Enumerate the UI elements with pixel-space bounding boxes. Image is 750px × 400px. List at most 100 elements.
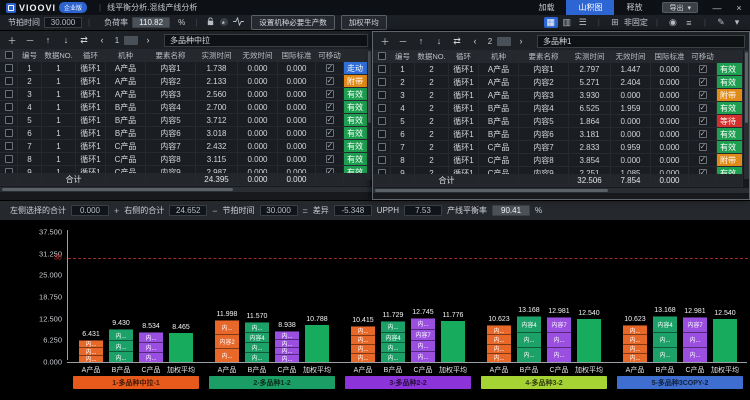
- table-row[interactable]: 82循环1C产品内容83.8540.0000.000附带: [373, 154, 743, 167]
- bar[interactable]: 内...内...内...内...: [351, 326, 375, 362]
- bar-chart-icon[interactable]: ▥: [560, 17, 574, 28]
- horizontal-scrollbar[interactable]: [373, 188, 749, 193]
- movable-checkbox[interactable]: [699, 130, 707, 138]
- table-row[interactable]: 72循环1C产品内容72.8330.9590.000有效: [373, 141, 743, 154]
- row-checkbox[interactable]: [378, 156, 386, 164]
- table-row[interactable]: 41循环1B产品内容42.7000.0000.000有效: [0, 101, 370, 114]
- lock-icon[interactable]: [203, 17, 217, 28]
- add-row-icon[interactable]: ＋: [4, 34, 20, 47]
- row-checkbox[interactable]: [5, 90, 13, 98]
- next-page-icon[interactable]: ›: [513, 36, 529, 46]
- row-checkbox[interactable]: [378, 78, 386, 86]
- movable-checkbox[interactable]: [699, 143, 707, 151]
- edit-circle-icon[interactable]: [217, 17, 231, 29]
- vertical-scrollbar[interactable]: [744, 50, 749, 179]
- movable-checkbox[interactable]: [699, 104, 707, 112]
- bar[interactable]: 内...内容2内...: [215, 320, 239, 362]
- row-checkbox[interactable]: [5, 155, 13, 163]
- table-row[interactable]: 32循环1A产品内容33.9300.0000.000附带: [373, 89, 743, 102]
- dataset-name-field[interactable]: 多品种中拉: [164, 34, 368, 47]
- bar[interactable]: 内...内...内...: [79, 340, 103, 362]
- list-view-icon[interactable]: ☰: [576, 17, 590, 28]
- move-up-icon[interactable]: ↑: [413, 36, 429, 46]
- row-checkbox[interactable]: [378, 130, 386, 138]
- row-checkbox[interactable]: [378, 117, 386, 125]
- movable-checkbox[interactable]: [699, 91, 707, 99]
- movable-checkbox[interactable]: [699, 117, 707, 125]
- weighted-average-button[interactable]: 加权平均: [341, 15, 387, 30]
- movable-checkbox[interactable]: [326, 77, 334, 85]
- page-box[interactable]: [497, 37, 511, 46]
- bar[interactable]: [577, 319, 601, 362]
- table-row[interactable]: 42循环1B产品内容46.5251.9590.000有效: [373, 102, 743, 115]
- table-row[interactable]: 21循环1A产品内容22.1330.0000.000附带: [0, 75, 370, 88]
- movable-checkbox[interactable]: [326, 64, 334, 72]
- select-all-checkbox[interactable]: [5, 51, 13, 59]
- move-down-icon[interactable]: ↓: [431, 36, 447, 46]
- row-checkbox[interactable]: [5, 64, 13, 72]
- tab-load[interactable]: 加载: [526, 0, 566, 15]
- movable-checkbox[interactable]: [326, 142, 334, 150]
- swap-icon[interactable]: ⇄: [449, 36, 465, 47]
- row-checkbox[interactable]: [378, 65, 386, 73]
- row-checkbox[interactable]: [378, 91, 386, 99]
- row-checkbox[interactable]: [5, 142, 13, 150]
- export-dropdown[interactable]: 导出 ▾: [662, 2, 698, 13]
- table-row[interactable]: 52循环1B产品内容51.8640.0000.000等待: [373, 115, 743, 128]
- select-all-checkbox[interactable]: [378, 52, 386, 60]
- table-row[interactable]: 92循环1C产品内容92.2511.0850.000有效: [373, 167, 743, 174]
- brush-icon[interactable]: ✎: [714, 17, 728, 28]
- bar[interactable]: 内...内...内容7: [547, 317, 571, 362]
- bar[interactable]: 内...内...内容7: [683, 317, 707, 362]
- bar[interactable]: 内...内...内...: [139, 332, 163, 362]
- group-label-box[interactable]: 4-多品种3-2: [481, 376, 607, 389]
- table-row[interactable]: 91循环1C产品内容92.9870.0000.000有效: [0, 166, 370, 173]
- movable-checkbox[interactable]: [326, 168, 334, 173]
- bar[interactable]: 内...内...内容4: [653, 316, 677, 362]
- movable-checkbox[interactable]: [326, 129, 334, 137]
- takt-time-input[interactable]: 30.000: [44, 17, 82, 28]
- remove-row-icon[interactable]: －: [22, 34, 38, 47]
- set-machine-production-button[interactable]: 设置机种必要生产数: [251, 15, 335, 30]
- tab-release[interactable]: 释放: [614, 0, 654, 15]
- bar[interactable]: 内...内...内...内...: [275, 331, 299, 362]
- remove-row-icon[interactable]: －: [395, 35, 411, 48]
- pulse-icon[interactable]: [231, 17, 245, 28]
- add-row-icon[interactable]: ＋: [377, 35, 393, 48]
- movable-checkbox[interactable]: [699, 169, 707, 174]
- movable-checkbox[interactable]: [326, 155, 334, 163]
- row-checkbox[interactable]: [378, 169, 386, 174]
- table-row[interactable]: 31循环1A产品内容32.5600.0000.000有效: [0, 88, 370, 101]
- table-row[interactable]: 12循环1A产品内容12.7971.4470.000有效: [373, 63, 743, 76]
- load-rate-input[interactable]: 110.82: [132, 17, 170, 28]
- film-icon[interactable]: ⊞: [608, 17, 622, 28]
- move-up-icon[interactable]: ↑: [40, 35, 56, 45]
- movable-checkbox[interactable]: [326, 103, 334, 111]
- row-checkbox[interactable]: [5, 103, 13, 111]
- group-label-box[interactable]: 5-多品种3COPY-2: [617, 376, 743, 389]
- table-row[interactable]: 22循环1A产品内容25.2712.4040.000有效: [373, 76, 743, 89]
- page-box[interactable]: [124, 36, 138, 45]
- bar[interactable]: 内...内...内容4: [517, 316, 541, 362]
- table-row[interactable]: 81循环1C产品内容83.1150.0000.000有效: [0, 153, 370, 166]
- dataset-name-field[interactable]: 多品种1: [537, 35, 745, 48]
- swap-icon[interactable]: ⇄: [76, 35, 92, 46]
- table-row[interactable]: 71循环1C产品内容72.4320.0000.000有效: [0, 140, 370, 153]
- row-checkbox[interactable]: [5, 77, 13, 85]
- row-checkbox[interactable]: [378, 104, 386, 112]
- group-label-box[interactable]: 2-多品种1-2: [209, 376, 335, 389]
- printer-icon[interactable]: ◉: [666, 17, 680, 28]
- next-page-icon[interactable]: ›: [140, 35, 156, 45]
- bar[interactable]: 内...内...内...内...: [623, 325, 647, 362]
- bar[interactable]: [713, 319, 737, 362]
- movable-checkbox[interactable]: [326, 116, 334, 124]
- bar[interactable]: 内...内...内容7内...: [411, 318, 435, 362]
- row-checkbox[interactable]: [378, 143, 386, 151]
- group-label-box[interactable]: 1-多品种中拉-1: [73, 376, 199, 389]
- bar[interactable]: 内...内...内...内...: [487, 325, 511, 362]
- table-row[interactable]: 51循环1B产品内容53.7120.0000.000有效: [0, 114, 370, 127]
- minimize-button[interactable]: —: [706, 3, 728, 13]
- horizontal-scrollbar[interactable]: [0, 187, 372, 192]
- bar[interactable]: [441, 321, 465, 362]
- move-down-icon[interactable]: ↓: [58, 35, 74, 45]
